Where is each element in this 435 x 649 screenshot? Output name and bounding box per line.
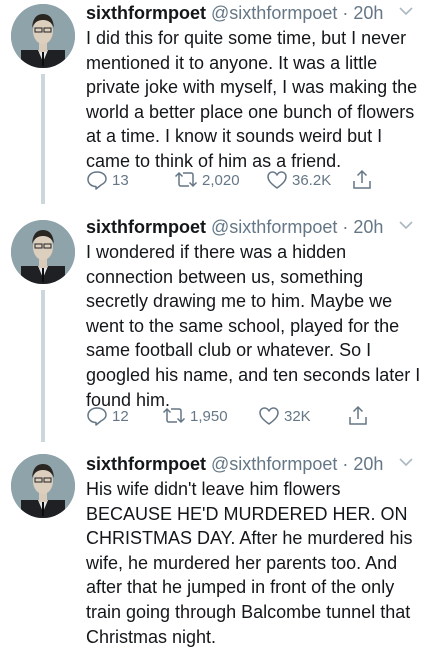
tweet-header: sixthformpoet @sixthformpoet · 20h [86,214,421,240]
avatar[interactable] [11,454,75,518]
timestamp[interactable]: 20h [353,454,383,474]
retweet-count: 2,020 [202,171,240,189]
tweet[interactable]: sixthformpoet @sixthformpoet · 20h His w… [0,451,435,647]
retweet-button[interactable]: 1,950 [162,402,228,430]
retweet-icon [162,407,186,424]
display-name[interactable]: sixthformpoet [86,454,206,474]
chevron-down-icon[interactable] [397,455,415,469]
tweet-content: sixthformpoet @sixthformpoet · 20h I did… [86,0,421,174]
tweet[interactable]: sixthformpoet @sixthformpoet · 20h I did… [0,0,435,200]
share-button[interactable] [348,402,372,430]
reply-button[interactable]: 12 [86,402,129,430]
like-button[interactable]: 36.2K [266,166,331,194]
tweet-text: His wife didn't leave him flowers BECAUS… [86,479,413,647]
share-button[interactable] [352,166,376,194]
like-count: 36.2K [292,171,332,189]
like-count: 32K [284,407,311,425]
share-icon [349,405,367,425]
separator-dot: · [342,3,349,23]
reply-count: 12 [112,407,129,425]
display-name[interactable]: sixthformpoet [86,217,206,237]
like-icon [259,407,279,425]
tweet-text: I wondered if there was a hidden connect… [86,242,421,410]
retweet-count: 1,950 [190,407,228,425]
retweet-icon [174,171,198,188]
tweet-header: sixthformpoet @sixthformpoet · 20h [86,451,421,477]
tweet-content: sixthformpoet @sixthformpoet · 20h His w… [86,451,421,649]
like-icon [267,171,287,189]
tweet-header: sixthformpoet @sixthformpoet · 20h [86,0,421,26]
reply-button[interactable]: 13 [86,166,129,194]
tweet-text: I did this for quite some time, but I ne… [86,28,418,171]
chevron-down-icon[interactable] [397,4,415,18]
reply-icon [87,171,107,190]
reply-count: 13 [112,171,129,189]
share-icon [353,169,371,189]
avatar[interactable] [11,4,75,68]
timestamp[interactable]: 20h [353,217,383,237]
separator-dot: · [342,454,349,474]
user-handle[interactable]: @sixthformpoet [211,217,337,237]
retweet-button[interactable]: 2,020 [174,166,240,194]
user-handle[interactable]: @sixthformpoet [211,3,337,23]
display-name[interactable]: sixthformpoet [86,3,206,23]
tweet-actions: 13 2,020 36.2K [86,166,376,194]
tweet[interactable]: sixthformpoet @sixthformpoet · 20h I won… [0,214,435,434]
tweet-content: sixthformpoet @sixthformpoet · 20h I won… [86,214,421,412]
like-button[interactable]: 32K [258,402,311,430]
reply-icon [87,407,107,426]
timestamp[interactable]: 20h [353,3,383,23]
avatar[interactable] [11,220,75,284]
tweet-actions: 12 1,950 32K [86,402,376,430]
user-handle[interactable]: @sixthformpoet [211,454,337,474]
chevron-down-icon[interactable] [397,218,415,232]
separator-dot: · [342,217,349,237]
